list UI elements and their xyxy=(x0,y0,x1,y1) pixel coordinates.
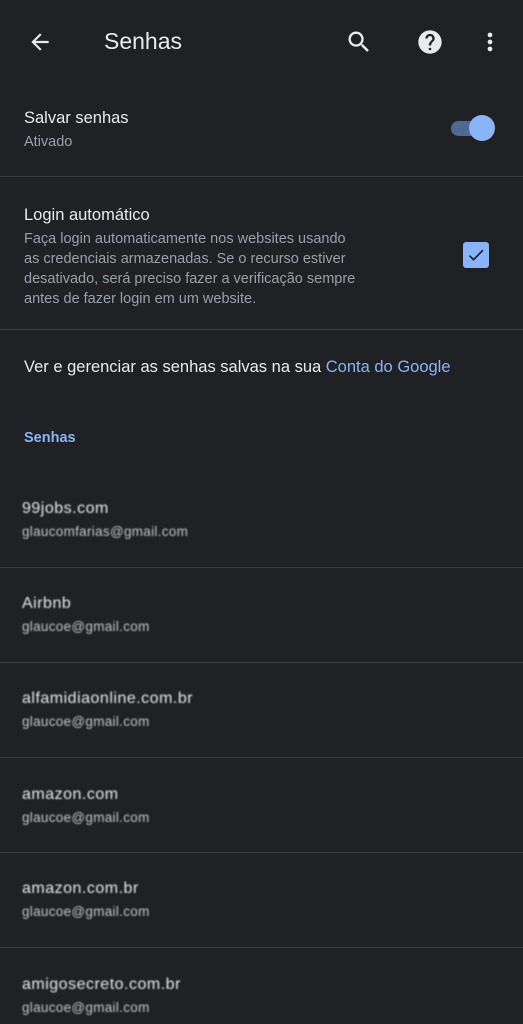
search-icon xyxy=(348,31,369,52)
password-username: glaucoe@gmail.com xyxy=(22,1000,150,1015)
app-bar: Senhas xyxy=(0,0,523,82)
password-list-item[interactable]: alfamidiaonline.com.br glaucoe@gmail.com xyxy=(0,663,523,757)
manage-passwords-prefix: Ver e gerenciar as senhas salvas na sua xyxy=(24,358,326,376)
description-line: desativado, será preciso fazer a verific… xyxy=(24,271,356,287)
password-list-item[interactable]: 99jobs.com glaucomfarias@gmail.com xyxy=(0,472,523,567)
password-list-item[interactable]: Airbnb glaucoe@gmail.com xyxy=(0,568,523,662)
save-passwords-row[interactable]: Salvar senhas Ativado xyxy=(0,82,523,176)
password-username: glaucomfarias@gmail.com xyxy=(22,524,189,539)
manage-passwords-row: Ver e gerenciar as senhas salvas na sua … xyxy=(0,330,523,406)
password-username: glaucoe@gmail.com xyxy=(22,714,150,729)
help-icon xyxy=(418,30,442,54)
password-site: Airbnb xyxy=(22,595,72,612)
password-list-item[interactable]: amazon.com.br glaucoe@gmail.com xyxy=(0,853,523,947)
password-list-item[interactable]: amigosecreto.com.br glaucoe@gmail.com xyxy=(0,948,523,1024)
manage-passwords-text: Ver e gerenciar as senhas salvas na sua … xyxy=(24,356,451,378)
more-vert-icon xyxy=(487,32,493,52)
save-passwords-label: Salvar senhas xyxy=(24,109,129,127)
password-site: amazon.com.br xyxy=(22,880,139,897)
password-username: glaucoe@gmail.com xyxy=(22,810,150,825)
auto-login-label: Login automático xyxy=(24,206,150,224)
save-passwords-status: Ativado xyxy=(24,134,73,150)
search-button[interactable] xyxy=(341,24,377,60)
help-button[interactable] xyxy=(412,24,448,60)
arrow-back-icon xyxy=(31,33,49,51)
passwords-section-header: Senhas xyxy=(24,430,76,446)
password-site: alfamidiaonline.com.br xyxy=(22,690,194,707)
description-line: antes de fazer login em um website. xyxy=(24,291,257,307)
description-line: Faça login automaticamente nos websites … xyxy=(24,231,346,247)
toggle-thumb xyxy=(469,115,495,141)
check-icon xyxy=(468,249,484,261)
google-account-link[interactable]: Conta do Google xyxy=(326,358,451,376)
auto-login-checkbox[interactable] xyxy=(463,242,489,268)
more-options-button[interactable] xyxy=(472,24,508,60)
auto-login-row[interactable]: Login automático Faça login automaticame… xyxy=(0,177,523,329)
save-passwords-toggle[interactable] xyxy=(449,115,495,141)
page-title: Senhas xyxy=(104,28,183,54)
password-site: amigosecreto.com.br xyxy=(22,976,181,993)
password-site: 99jobs.com xyxy=(22,500,109,517)
back-button[interactable] xyxy=(22,24,58,60)
password-username: glaucoe@gmail.com xyxy=(22,904,150,919)
auto-login-description: Faça login automaticamente nos websites … xyxy=(24,229,424,309)
password-list-item[interactable]: amazon.com glaucoe@gmail.com xyxy=(0,758,523,852)
description-line: as credenciais armazenadas. Se o recurso… xyxy=(24,251,346,267)
password-site: amazon.com xyxy=(22,786,119,803)
password-username: glaucoe@gmail.com xyxy=(22,619,150,634)
